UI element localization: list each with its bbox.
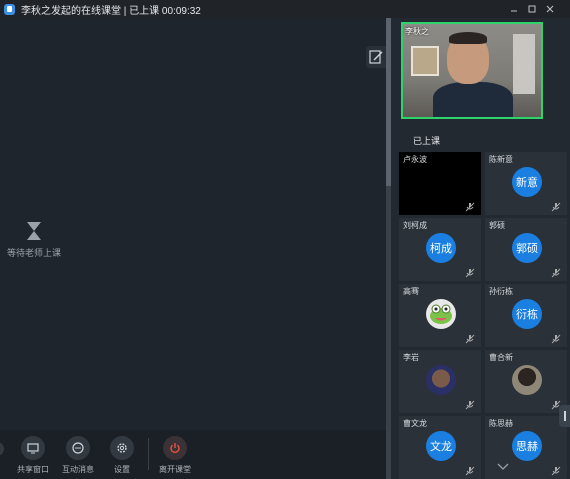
main-stage: 等待老师上课	[0, 18, 386, 430]
avatar: 柯成	[426, 233, 456, 263]
hourglass-icon	[27, 222, 41, 240]
avatar: 郭硕	[512, 233, 542, 263]
student-tile[interactable]: 高骞	[399, 284, 481, 347]
avatar: 文龙	[426, 431, 456, 461]
chat-bubble-icon	[66, 436, 90, 460]
panel-collapse-handle[interactable]	[559, 405, 570, 427]
maximize-button[interactable]	[524, 0, 540, 18]
student-name: 曹合新	[489, 353, 513, 362]
leave-class-button[interactable]: 离开课堂	[154, 436, 196, 475]
student-tile[interactable]: 孙衍栋 衍栋	[485, 284, 567, 347]
student-name: 高骞	[403, 287, 419, 296]
mic-muted-icon	[465, 268, 475, 278]
share-window-icon	[21, 436, 45, 460]
settings-label: 设置	[114, 465, 130, 474]
student-tile[interactable]: 陈新意 新意	[485, 152, 567, 215]
interactive-messages-label: 互动消息	[62, 465, 94, 474]
student-tile[interactable]: 曹合新	[485, 350, 567, 413]
student-tile[interactable]: 卢永波	[399, 152, 481, 215]
settings-button[interactable]: 设置	[101, 436, 143, 475]
mic-muted-icon	[551, 268, 561, 278]
partial-tool-button[interactable]	[0, 442, 4, 456]
participants-panel: 李秋之 已上课 卢永波 陈新意 新意 刘柯成 柯成 郭硕 郭硕 高骞 孙衍栋 衍…	[391, 18, 570, 479]
annotation-button[interactable]	[366, 46, 386, 68]
gear-icon	[110, 436, 134, 460]
close-button[interactable]	[542, 0, 558, 18]
power-icon	[163, 436, 187, 460]
mic-muted-icon	[465, 466, 475, 476]
student-name: 郭硕	[489, 221, 505, 230]
student-name: 陈思赫	[489, 419, 513, 428]
share-window-label: 共享窗口	[17, 465, 49, 474]
avatar: 衍栋	[512, 299, 542, 329]
chevron-down-icon[interactable]	[497, 463, 509, 471]
student-name: 孙衍栋	[489, 287, 513, 296]
title-bar: 李秋之发起的在线课堂 | 已上课 00:09:32	[0, 0, 570, 18]
student-name: 陈新意	[489, 155, 513, 164]
close-icon	[546, 5, 554, 13]
student-name: 曹文龙	[403, 419, 427, 428]
minimize-icon	[511, 10, 517, 12]
waiting-placeholder: 等待老师上课	[6, 222, 62, 259]
student-name: 卢永波	[403, 155, 427, 164]
teacher-name: 李秋之	[405, 27, 429, 36]
bottom-toolbar: 共享窗口 互动消息 设置 离开课堂	[0, 430, 386, 479]
student-tile[interactable]: 李岩	[399, 350, 481, 413]
student-tile[interactable]: 刘柯成 柯成	[399, 218, 481, 281]
mic-muted-icon	[551, 334, 561, 344]
student-tile[interactable]: 郭硕 郭硕	[485, 218, 567, 281]
mic-muted-icon	[465, 202, 475, 212]
student-tile[interactable]: 曹文龙 文龙	[399, 416, 481, 479]
frog-avatar-icon	[426, 299, 456, 329]
photo-avatar-icon	[512, 365, 542, 395]
avatar: 新意	[512, 167, 542, 197]
maximize-icon	[528, 5, 536, 13]
mic-muted-icon	[551, 202, 561, 212]
student-name: 李岩	[403, 353, 419, 362]
student-name: 刘柯成	[403, 221, 427, 230]
share-window-button[interactable]: 共享窗口	[12, 436, 54, 475]
interactive-messages-button[interactable]: 互动消息	[57, 436, 99, 475]
avatar: 思赫	[512, 431, 542, 461]
window-title: 李秋之发起的在线课堂 | 已上课 00:09:32	[21, 5, 201, 17]
minimize-button[interactable]	[506, 0, 522, 18]
mic-muted-icon	[551, 466, 561, 476]
mic-muted-icon	[465, 400, 475, 410]
leave-class-label: 离开课堂	[159, 465, 191, 474]
toolbar-divider	[148, 438, 149, 470]
waiting-text: 等待老师上课	[6, 248, 61, 258]
class-status-label: 已上课	[413, 136, 441, 146]
edit-note-icon	[369, 50, 383, 64]
teacher-video[interactable]: 李秋之	[401, 22, 543, 119]
app-logo-icon	[4, 3, 15, 15]
photo-avatar-icon	[426, 365, 456, 395]
mic-muted-icon	[465, 334, 475, 344]
